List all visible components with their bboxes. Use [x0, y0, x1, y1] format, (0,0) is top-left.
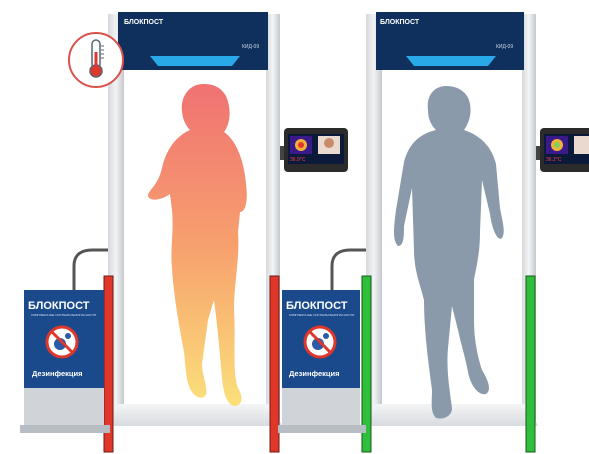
right-disinfector: БЛОКПОСТ КОМПЛЕКСНЫЕ СИСТЕМЫ БЕЗОПАСНОСТ… [278, 248, 366, 433]
right-gate-light-bar [406, 56, 496, 66]
right-gate-indicator-right [525, 275, 536, 453]
left-gate-light-bar [150, 56, 240, 66]
thermometer-badge [68, 32, 124, 88]
left-virus-prohibited-icon [45, 325, 79, 359]
right-gate-brand: БЛОКПОСТ [380, 19, 420, 26]
right-gate-base [366, 404, 538, 426]
right-disinfector-brand: БЛОКПОСТ [286, 300, 348, 312]
left-gate-indicator-right [269, 275, 280, 453]
left-gate-brand: БЛОКПОСТ [124, 19, 164, 26]
left-gate-model: КИД-09 [242, 44, 259, 50]
right-virus-prohibited-icon [303, 325, 337, 359]
left-disinfector-tagline: КОМПЛЕКСНЫЕ СИСТЕМЫ БЕЗОПАСНОСТИ [31, 313, 96, 317]
left-monitor: 36.9°C [280, 128, 348, 172]
left-monitor-temperature: 36.9°C [290, 157, 306, 163]
left-disinfector-brand: БЛОКПОСТ [28, 300, 90, 312]
thermal-gates-illustration: БЛОКПОСТ КИД-09 36.9°C БЛОКПОСТ КОМПЛЕКС… [20, 12, 589, 453]
left-disinfector: БЛОКПОСТ КОМПЛЕКСНЫЕ СИСТЕМЫ БЕЗОПАСНОСТ… [20, 248, 110, 433]
right-monitor: 36.2°C [536, 128, 589, 172]
thermometer-icon [89, 39, 104, 78]
left-disinfector-label: Дезинфекция [32, 369, 82, 378]
right-gate-model: КИД-09 [496, 44, 513, 50]
right-monitor-temperature: 36.2°C [546, 157, 562, 163]
right-disinfector-label: Дезинфекция [289, 369, 339, 378]
right-disinfector-tagline: КОМПЛЕКСНЫЕ СИСТЕМЫ БЕЗОПАСНОСТИ [289, 313, 354, 317]
left-gate-base [108, 404, 282, 426]
